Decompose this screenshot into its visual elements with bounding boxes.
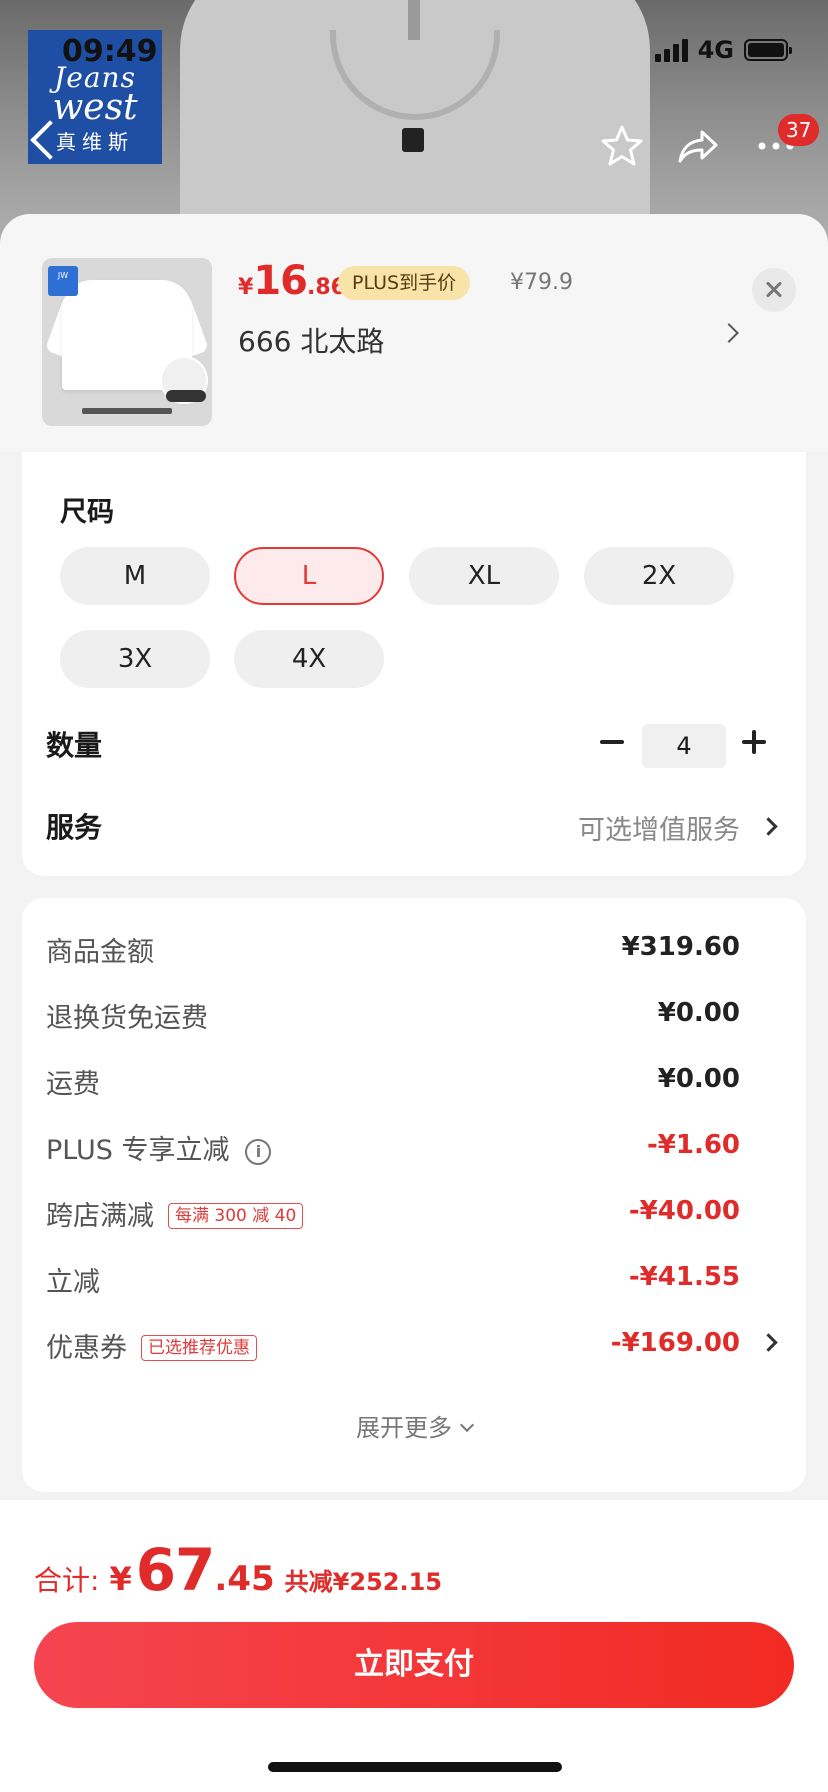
- network-type: 4G: [697, 36, 734, 64]
- info-icon[interactable]: i: [245, 1139, 272, 1165]
- summary-row-label: 退换货免运费: [46, 996, 208, 1035]
- size-label: 尺码: [60, 497, 114, 528]
- total-label: 合计:: [34, 1564, 100, 1597]
- cart-badge: 37: [778, 114, 820, 146]
- return-shipping-label: 退换货免运费: [46, 1003, 208, 1034]
- expand-more-label: 展开更多: [356, 1414, 452, 1442]
- size-option-xl[interactable]: XL: [409, 547, 559, 605]
- battery-icon: [744, 39, 792, 61]
- product-thumbnail[interactable]: JW: [42, 258, 212, 426]
- price-currency: ¥: [238, 275, 254, 300]
- size-option-4x[interactable]: 4X: [234, 630, 384, 688]
- summary-row-label: 跨店满减 每满 300 减 40: [46, 1194, 304, 1233]
- plus-discount-label: PLUS 专享立减: [46, 1135, 230, 1166]
- coupon-row[interactable]: 优惠券 已选推荐优惠: [46, 1326, 257, 1365]
- size-option-3x[interactable]: 3X: [60, 630, 210, 688]
- total-price: 合计: ¥ 67 .45 共减¥252.15: [34, 1536, 442, 1604]
- pay-now-button[interactable]: 立即支付: [34, 1622, 794, 1708]
- service-value[interactable]: 可选增值服务: [578, 808, 740, 847]
- size-option-2x[interactable]: 2X: [584, 547, 734, 605]
- summary-row-label: 运费: [46, 1062, 100, 1101]
- goods-amount-value: ¥319.60: [621, 932, 740, 962]
- home-indicator[interactable]: [268, 1762, 562, 1772]
- total-integer: 67: [135, 1536, 216, 1604]
- sku-price: ¥ 16 .86: [238, 258, 346, 304]
- total-decimal: .45: [214, 1559, 275, 1599]
- thumbnail-caption-bar: [166, 390, 206, 402]
- coupon-tag: 已选推荐优惠: [141, 1335, 257, 1361]
- return-shipping-value: ¥0.00: [657, 998, 740, 1028]
- quantity-decrease-button[interactable]: [600, 740, 624, 744]
- quantity-label: 数量: [46, 729, 103, 762]
- chevron-down-icon: [459, 1417, 475, 1433]
- plus-discount-value: -¥1.60: [646, 1130, 740, 1160]
- status-icons: 4G: [654, 36, 792, 64]
- service-label: 服务: [46, 811, 103, 844]
- cross-store-discount-tag: 每满 300 减 40: [168, 1203, 304, 1229]
- quantity-increase-button[interactable]: [742, 730, 766, 754]
- price-integer: 16: [253, 258, 308, 304]
- shipping-fee-value: ¥0.00: [657, 1064, 740, 1094]
- instant-discount-value: -¥41.55: [628, 1262, 740, 1292]
- summary-row-label: PLUS 专享立减 i: [46, 1128, 272, 1167]
- cross-store-discount-label: 跨店满减: [46, 1201, 154, 1232]
- cross-store-discount-value: -¥40.00: [628, 1196, 740, 1226]
- close-button[interactable]: [752, 268, 796, 312]
- shipping-fee-label: 运费: [46, 1069, 100, 1100]
- signal-icon: [654, 38, 688, 62]
- summary-row-label: 商品金额: [46, 930, 154, 969]
- star-icon[interactable]: [598, 122, 646, 170]
- total-currency: ¥: [109, 1560, 132, 1598]
- total-saved: 共减¥252.15: [284, 1568, 442, 1596]
- summary-row-label: 立减: [46, 1260, 100, 1299]
- instant-discount-label: 立减: [46, 1267, 100, 1298]
- expand-more-button[interactable]: 展开更多: [0, 1408, 828, 1443]
- shirt-tag: [402, 128, 424, 152]
- thumbnail-brand-icon: JW: [48, 266, 78, 296]
- coupon-value[interactable]: -¥169.00: [611, 1328, 740, 1358]
- plus-price-tag: PLUS到手价: [338, 266, 471, 300]
- delivery-address[interactable]: 666 北太路: [238, 320, 384, 360]
- status-time: 09:49: [62, 34, 158, 69]
- share-icon[interactable]: [674, 122, 722, 170]
- original-price: ¥79.9: [510, 270, 573, 295]
- coupon-label: 优惠券: [46, 1333, 127, 1364]
- quantity-input[interactable]: 4: [642, 724, 726, 768]
- goods-amount-label: 商品金额: [46, 937, 154, 968]
- brand-logo-line2: west: [52, 87, 138, 128]
- size-option-l[interactable]: L: [234, 547, 384, 605]
- size-option-m[interactable]: M: [60, 547, 210, 605]
